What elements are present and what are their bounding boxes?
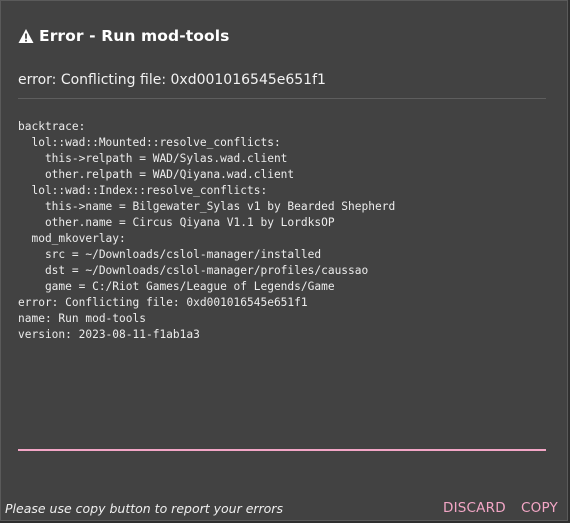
log-line: name: Run mod-tools xyxy=(18,312,146,325)
log-line: other.name = Circus Qiyana V1.1 by Lordk… xyxy=(18,216,335,229)
divider xyxy=(18,98,546,99)
log-line: error: Conflicting file: 0xd001016545e65… xyxy=(18,296,308,309)
error-log-textarea[interactable]: backtrace: lol::wad::Mounted::resolve_co… xyxy=(18,119,546,449)
error-dialog: Error - Run mod-tools error: Conflicting… xyxy=(0,0,568,521)
log-line: version: 2023-08-11-f1ab1a3 xyxy=(18,328,200,341)
log-focus-underline xyxy=(18,449,546,451)
log-line: lol::wad::Mounted::resolve_conflicts: xyxy=(18,136,281,149)
log-line: this->name = Bilgewater_Sylas v1 by Bear… xyxy=(18,200,396,213)
log-line: src = ~/Downloads/cslol-manager/installe… xyxy=(18,248,322,261)
log-line: other.relpath = WAD/Qiyana.wad.client xyxy=(18,168,295,181)
warning-icon xyxy=(18,29,34,43)
log-line: game = C:/Riot Games/League of Legends/G… xyxy=(18,280,335,293)
footer-hint: Please use copy button to report your er… xyxy=(5,501,283,516)
log-line: lol::wad::Index::resolve_conflicts: xyxy=(18,184,268,197)
log-line: mod_mkoverlay: xyxy=(18,232,126,245)
log-line: backtrace: xyxy=(18,120,86,133)
error-message: error: Conflicting file: 0xd001016545e65… xyxy=(18,72,326,88)
log-line: dst = ~/Downloads/cslol-manager/profiles… xyxy=(18,264,369,277)
copy-button[interactable]: COPY xyxy=(519,498,560,518)
log-line: this->relpath = WAD/Sylas.wad.client xyxy=(18,152,288,165)
discard-button[interactable]: DISCARD xyxy=(441,498,508,518)
dialog-title: Error - Run mod-tools xyxy=(39,27,230,45)
dialog-title-row: Error - Run mod-tools xyxy=(18,25,229,47)
